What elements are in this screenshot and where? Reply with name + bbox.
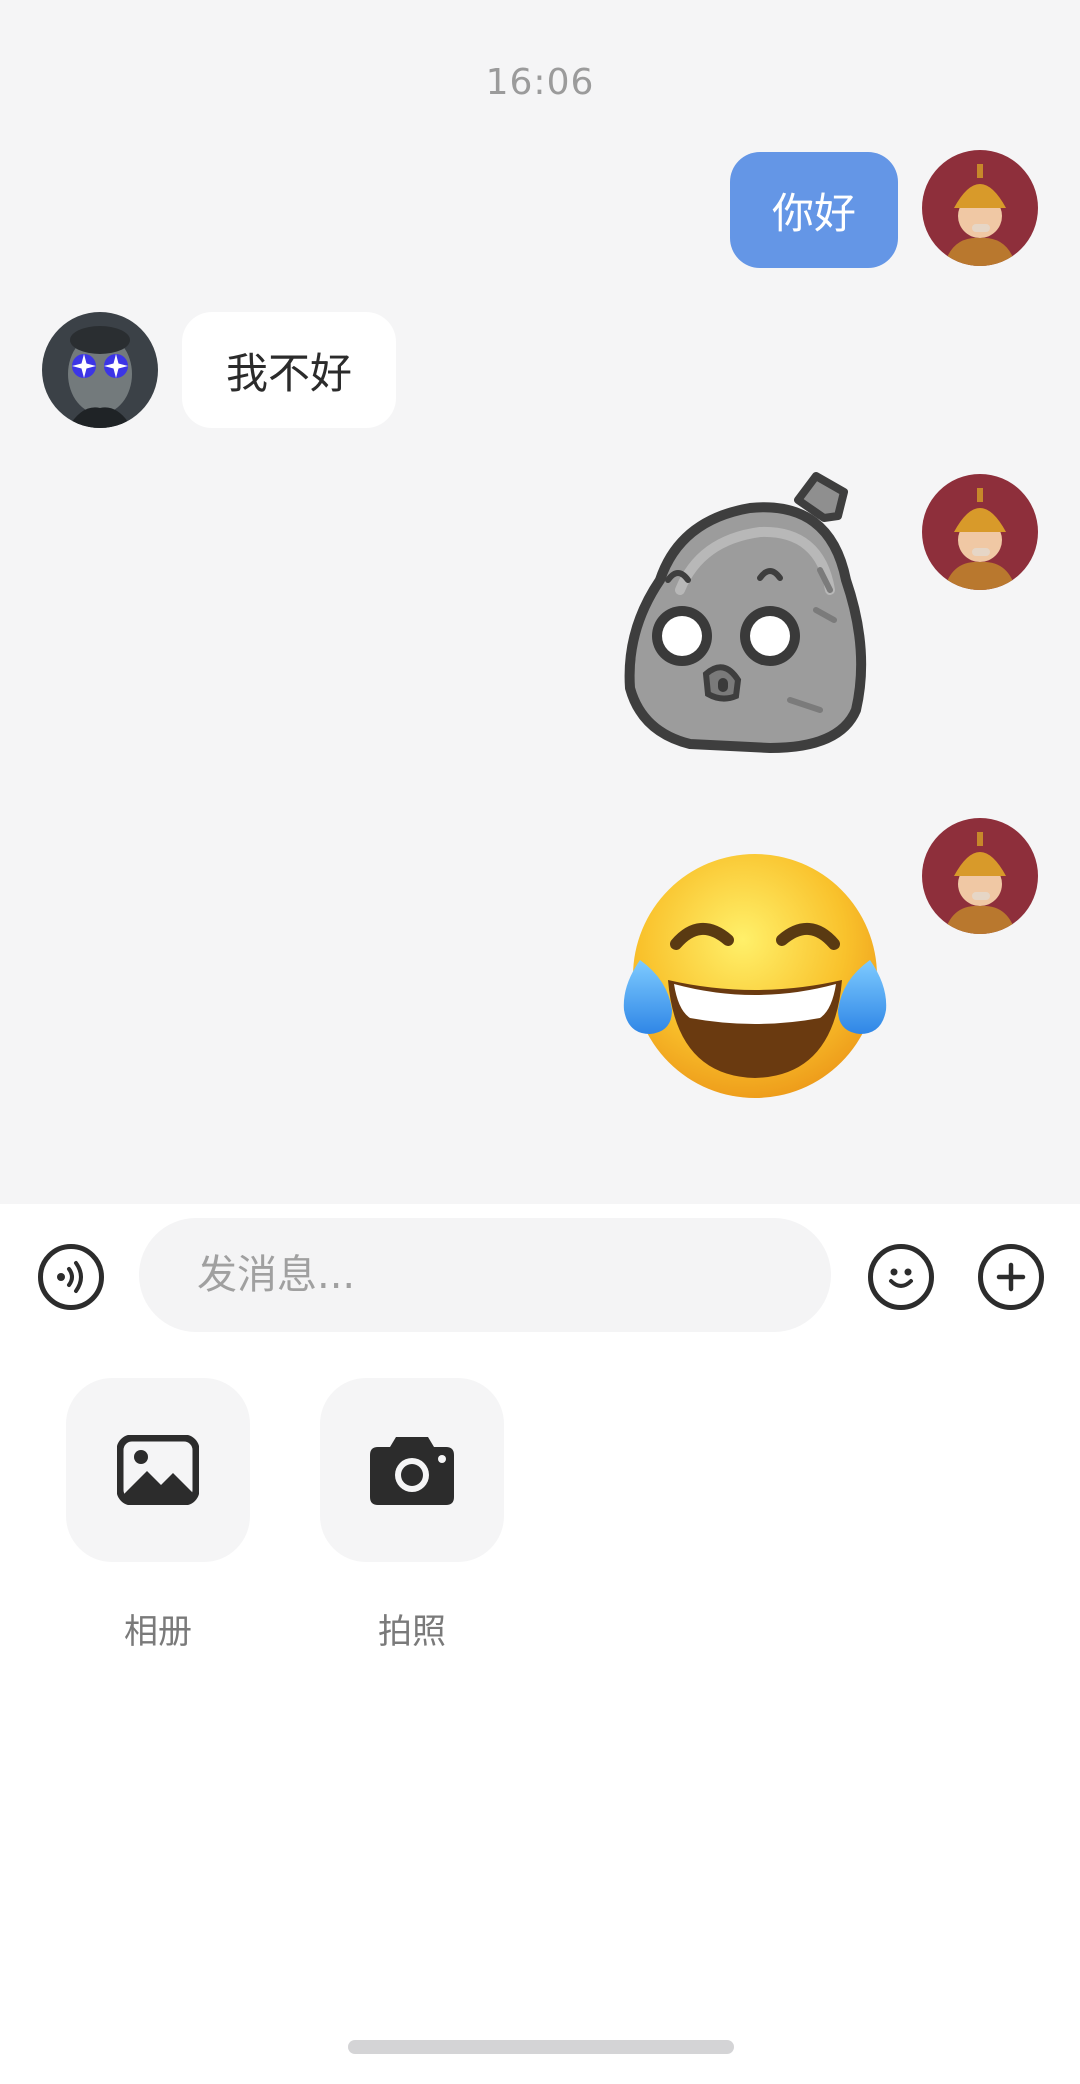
camera-label: 拍照 [378,1612,446,1652]
my-avatar-image [922,818,1038,934]
my-avatar[interactable] [922,818,1038,934]
album-label: 相册 [124,1612,192,1652]
my-avatar-image [922,474,1038,590]
my-avatar[interactable] [922,474,1038,590]
emoji-button[interactable] [868,1244,934,1310]
voice-icon [57,1261,83,1293]
message-timestamp: 16:06 [485,62,595,103]
chat-area: 16:06 你好 我不好 [0,0,1080,1204]
tears-of-joy-emoji [623,854,887,1098]
home-indicator[interactable] [348,2040,734,2054]
rock-sticker[interactable] [620,470,880,760]
plus-icon [996,1262,1026,1292]
contact-message-bubble[interactable]: 我不好 [182,312,396,428]
message-input[interactable] [139,1218,831,1332]
image-icon [117,1435,199,1505]
my-message-bubble[interactable]: 你好 [730,152,898,268]
more-button[interactable] [978,1244,1044,1310]
voice-button[interactable] [38,1244,104,1310]
camera-button[interactable] [320,1378,504,1562]
my-avatar-image [922,150,1038,266]
album-button[interactable] [66,1378,250,1562]
tears-of-joy-sticker[interactable] [620,850,890,1100]
message-input-bar [0,1204,1080,1354]
my-avatar[interactable] [922,150,1038,266]
contact-avatar[interactable] [42,312,158,428]
smiley-icon [889,1268,913,1288]
contact-avatar-image [42,312,158,428]
camera-icon [370,1437,454,1505]
rock-sticker-image [624,472,867,753]
